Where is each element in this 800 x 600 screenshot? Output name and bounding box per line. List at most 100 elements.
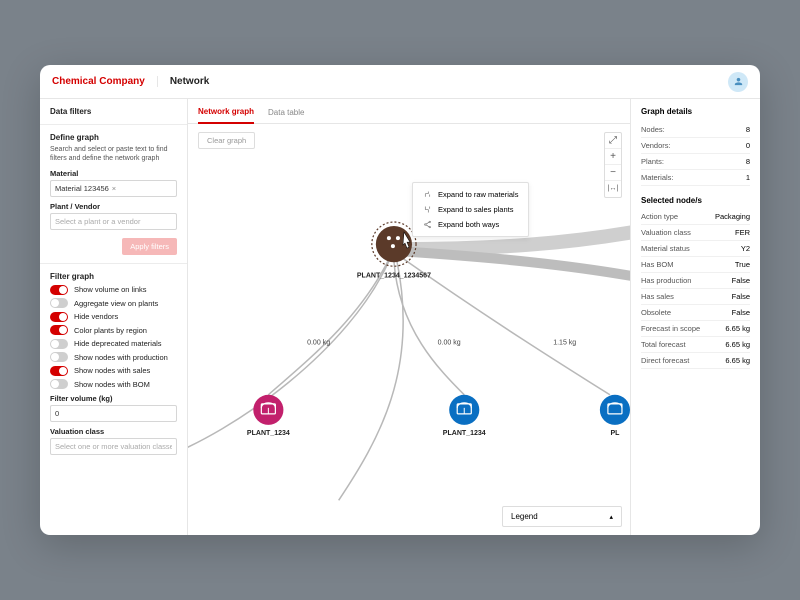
ctx-label: Expand both ways [438,220,499,229]
node-label: PLANT_1234 [247,430,290,437]
prop-value: False [732,308,750,317]
toggle-row: Show nodes with BOM [50,379,177,389]
toggle-label: Hide vendors [74,312,118,321]
prop-key: Material status [641,244,690,253]
toggle-label: Show nodes with production [74,353,168,362]
filter-graph-heading: Filter graph [50,272,177,281]
toggle-switch[interactable] [50,352,68,362]
material-label: Material [50,169,177,178]
valuation-class-input[interactable] [50,438,177,455]
tab-network-graph[interactable]: Network graph [198,107,254,124]
toggle-label: Hide deprecated materials [74,339,162,348]
prop-key: Has production [641,276,691,285]
stat-value: 8 [746,157,750,166]
stat-value: 1 [746,173,750,182]
nav-network[interactable]: Network [170,76,209,87]
prop-row: Action typePackaging [641,209,750,225]
toggle-label: Show nodes with BOM [74,380,150,389]
graph-svg: 0.00 kg 0.00 kg 1.15 kg PLANT_1234_12345… [188,124,630,535]
ctx-expand-both[interactable]: Expand both ways [413,217,528,232]
toggle-row: Show volume on links [50,285,177,295]
toggle-label: Aggregate view on plants [74,299,158,308]
branch-up-icon [423,190,432,199]
prop-value: False [732,292,750,301]
prop-value: True [735,260,750,269]
sidebar: Data filters Define graph Search and sel… [40,99,188,535]
stat-key: Vendors: [641,141,671,150]
chevron-up-icon: ▴ [609,513,613,521]
prop-row: Direct forecast 6.65 kg [641,353,750,369]
legend-toggle[interactable]: Legend ▴ [502,506,622,527]
toggle-label: Show nodes with sales [74,366,150,375]
stat-row: Plants: 8 [641,154,750,170]
graph-node[interactable]: PLANT_1234 [247,395,290,437]
prop-value: Y2 [741,244,750,253]
plant-label: Plant / Vendor [50,202,177,211]
material-chip-remove-icon[interactable]: × [112,184,116,193]
toggle-switch[interactable] [50,379,68,389]
stat-row: Nodes:8 [641,122,750,138]
stat-row: Materials: 1 [641,170,750,186]
material-input[interactable]: Material 123456 × [50,180,177,197]
brand-logo[interactable]: Chemical Company [52,76,158,87]
toggle-switch[interactable] [50,285,68,295]
filter-volume-input[interactable] [50,405,177,422]
prop-key: Obsolete [641,308,671,317]
prop-value: 6.65 kg [725,356,750,365]
define-graph-heading: Define graph [50,133,177,142]
toggle-row: Aggregate view on plants [50,298,177,308]
details-panel: Graph details Nodes:8 Vendors: 0 Plants: 8 Ma… [630,99,760,535]
material-chip: Material 123456 × [55,184,116,193]
prop-value: False [732,276,750,285]
prop-row: Has sales False [641,289,750,305]
toggle-row: Color plants by region [50,325,177,335]
toggle-row: Hide deprecated materials [50,339,177,349]
graph-node[interactable]: PL [600,395,630,437]
prop-key: Direct forecast [641,356,689,365]
root-node-label: PLANT_1234_1234567 [357,272,431,279]
toggle-label: Show volume on links [74,285,147,294]
prop-key: Has BOM [641,260,674,269]
prop-row: Material status Y2 [641,241,750,257]
edge-weight: 0.00 kg [438,340,461,347]
prop-row: Total forecast6.65 kg [641,337,750,353]
toggle-label: Color plants by region [74,326,147,335]
ctx-expand-sales[interactable]: Expand to sales plants [413,202,528,217]
app-window: Chemical Company Network Data filters De… [40,65,760,535]
prop-key: Total forecast [641,340,686,349]
prop-value: Packaging [715,212,750,221]
prop-key: Valuation class [641,228,691,237]
stat-key: Plants: [641,157,664,166]
toggle-switch[interactable] [50,325,68,335]
prop-row: Obsolete False [641,305,750,321]
user-icon [733,76,744,87]
define-graph-help: Search and select or paste text to find … [50,145,177,163]
node-label: PL [610,430,620,437]
toggle-row: Show nodes with production [50,352,177,362]
prop-key: Has sales [641,292,674,301]
toggle-switch[interactable] [50,339,68,349]
stat-key: Materials: [641,173,674,182]
graph-details-heading: Graph details [641,107,750,116]
stat-value: 0 [746,141,750,150]
edge-weight: 1.15 kg [553,340,576,347]
stat-value: 8 [746,125,750,134]
edge-weight: 0.00 kg [307,340,330,347]
toggle-switch[interactable] [50,366,68,376]
graph-node[interactable]: PLANT_1234 [443,395,486,437]
toggle-switch[interactable] [50,312,68,322]
user-avatar[interactable] [728,72,748,92]
selected-node-heading: Selected node/s [641,196,750,205]
toggle-switch[interactable] [50,298,68,308]
material-chip-text: Material 123456 [55,184,109,193]
graph-canvas[interactable]: Clear graph ⤢ + − |↔| [188,124,630,535]
body: Data filters Define graph Search and sel… [40,99,760,535]
ctx-expand-raw[interactable]: Expand to raw materials [413,187,528,202]
prop-row: Forecast in scope6.65 kg [641,321,750,337]
plant-input[interactable] [50,213,177,230]
tab-data-table[interactable]: Data table [268,108,304,123]
prop-value: 6.65 kg [725,324,750,333]
stat-row: Vendors: 0 [641,138,750,154]
toggle-row: Hide vendors [50,312,177,322]
apply-filters-button[interactable]: Apply filters [122,238,177,255]
